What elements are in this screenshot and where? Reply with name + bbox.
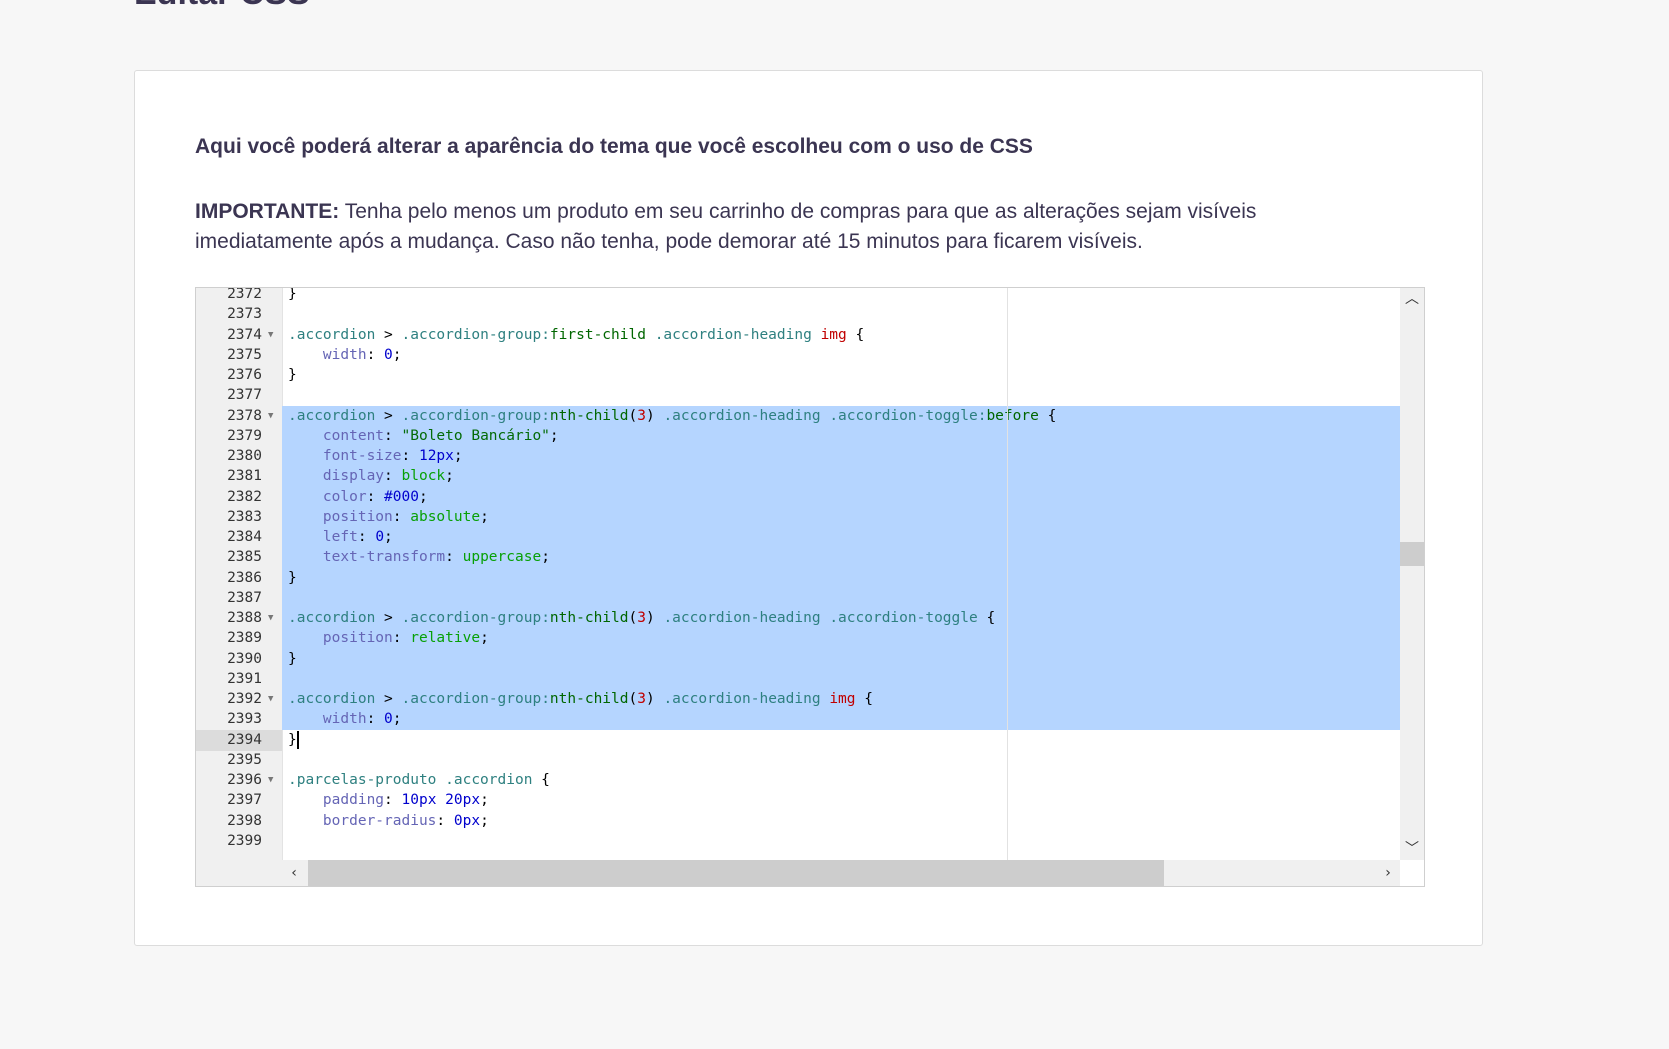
code-line[interactable]: padding: 10px 20px; — [288, 790, 489, 812]
line-number: 2386 — [227, 569, 262, 586]
fold-toggle-icon[interactable]: ▼ — [268, 608, 278, 630]
line-number: 2387 — [227, 589, 262, 606]
code-line[interactable]: border-radius: 0px; — [288, 811, 489, 833]
code-line[interactable]: width: 0; — [288, 709, 402, 731]
fold-toggle-icon[interactable]: ▼ — [268, 406, 278, 428]
line-number: 2381 — [227, 468, 262, 485]
notice-text: IMPORTANTE: Tenha pelo menos um produto … — [195, 197, 1355, 257]
selection-highlight — [282, 486, 1402, 507]
fold-toggle-icon[interactable]: ▼ — [268, 689, 278, 711]
scroll-left-icon[interactable]: ‹ — [282, 862, 306, 884]
line-number: 2380 — [227, 448, 262, 464]
fold-toggle-icon[interactable]: ▼ — [268, 770, 278, 792]
print-margin — [1007, 288, 1008, 886]
code-line[interactable]: left: 0; — [288, 527, 393, 549]
css-editor-card: Aqui você poderá alterar a aparência do … — [134, 70, 1483, 946]
horizontal-scrollbar[interactable]: ‹ › — [282, 860, 1400, 886]
selection-highlight — [282, 648, 1402, 669]
horizontal-scroll-thumb[interactable] — [308, 860, 1164, 886]
line-number: 2392 — [227, 691, 262, 707]
line-number: 2390 — [227, 650, 262, 667]
code-line[interactable]: } — [288, 730, 299, 752]
intro-text: Aqui você poderá alterar a aparência do … — [195, 135, 1033, 158]
line-number: 2388 — [227, 610, 262, 626]
line-number: 2395 — [227, 751, 262, 768]
code-line[interactable]: content: "Boleto Bancário"; — [288, 426, 559, 448]
code-line[interactable]: font-size: 12px; — [288, 446, 463, 468]
line-number: 2398 — [227, 812, 262, 829]
line-number: 2382 — [227, 488, 262, 505]
code-line[interactable]: display: block; — [288, 466, 454, 488]
line-number: 2396 — [227, 772, 262, 788]
code-line[interactable]: width: 0; — [288, 345, 402, 367]
notice-label: IMPORTANTE: — [195, 200, 340, 223]
scroll-up-icon[interactable]: ︿ — [1400, 288, 1424, 310]
text-cursor — [296, 730, 299, 749]
selection-highlight — [282, 587, 1402, 608]
line-number: 2391 — [227, 670, 262, 687]
line-number: 2389 — [227, 630, 262, 647]
line-number: 2373 — [227, 306, 262, 323]
selection-highlight — [282, 527, 1402, 548]
line-number: 2377 — [227, 387, 262, 404]
code-editor[interactable]: 2372} 2373 2374 ▼ .accordion > .accordion-gr… — [195, 287, 1425, 887]
code-line[interactable]: position: absolute; — [288, 507, 489, 529]
code-line[interactable]: .accordion > .accordion-group:nth-child(… — [288, 406, 1056, 428]
code-line[interactable]: .parcelas-produto .accordion { — [288, 770, 550, 792]
code-line[interactable]: } — [288, 649, 297, 671]
selection-highlight — [282, 668, 1402, 689]
line-number: 2385 — [227, 549, 262, 566]
code-line[interactable]: position: relative; — [288, 628, 489, 650]
notice-body: Tenha pelo menos um produto em seu carri… — [195, 200, 1257, 253]
line-number: 2399 — [227, 832, 262, 849]
code-line[interactable]: } — [288, 568, 297, 590]
code-line[interactable]: .accordion > .accordion-group:first-chil… — [288, 325, 864, 347]
line-number: 2394 — [196, 729, 282, 752]
code-line[interactable]: } — [288, 365, 297, 387]
line-number: 2376 — [227, 367, 262, 383]
line-number: 2375 — [227, 346, 262, 363]
line-number: 2393 — [227, 711, 262, 728]
code-line[interactable]: .accordion > .accordion-group:nth-child(… — [288, 608, 995, 630]
selection-highlight — [282, 709, 1402, 730]
vertical-scrollbar[interactable]: ︿ ﹀ — [1400, 288, 1424, 860]
line-number: 2372 — [227, 287, 262, 302]
line-number: 2378 — [227, 407, 262, 424]
line-number: 2379 — [227, 427, 262, 444]
vertical-scroll-thumb[interactable] — [1400, 542, 1424, 566]
scroll-right-icon[interactable]: › — [1376, 862, 1400, 884]
scroll-down-icon[interactable]: ﹀ — [1400, 838, 1424, 860]
scrollbar-corner — [1400, 860, 1424, 886]
code-line[interactable]: .accordion > .accordion-group:nth-child(… — [288, 689, 873, 711]
line-number: 2384 — [227, 529, 262, 545]
code-line[interactable]: color: #000; — [288, 487, 428, 509]
code-line[interactable]: } — [288, 288, 297, 306]
fold-toggle-icon[interactable]: ▼ — [268, 325, 278, 347]
code-line[interactable]: text-transform: uppercase; — [288, 547, 550, 569]
line-number: 2397 — [227, 792, 262, 809]
selection-highlight — [282, 567, 1402, 588]
line-number: 2374 — [227, 326, 262, 343]
page-title: Editar CSS — [134, 0, 310, 13]
line-number: 2383 — [227, 508, 262, 525]
